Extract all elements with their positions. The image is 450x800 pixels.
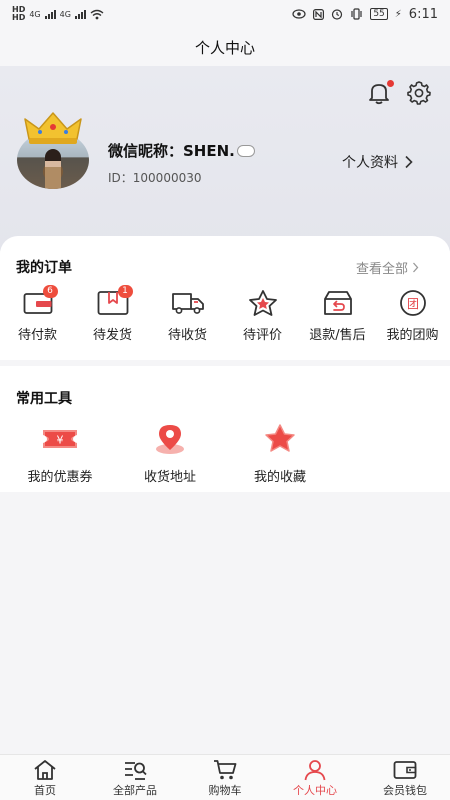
star-icon [248, 290, 277, 316]
nickname-emoji-icon [236, 144, 255, 157]
hd-icon: HD HD [12, 5, 26, 22]
nfc-icon [313, 8, 325, 20]
vibrate-icon [351, 8, 362, 20]
pending-payment-badge: 6 [42, 285, 58, 298]
tool-addresses-label: 收货地址 [143, 470, 196, 485]
avatar[interactable] [15, 111, 91, 193]
cart-icon [214, 760, 237, 780]
page-title: 个人中心 [194, 38, 255, 57]
wallet-icon [393, 761, 417, 779]
nav-cart[interactable]: 购物车 [180, 755, 270, 800]
search-list-icon [125, 762, 147, 780]
network-indicators: HD HD 4G 4G [12, 6, 104, 22]
profile-details-link[interactable]: 个人资料 [342, 152, 413, 172]
order-pending-shipment-label: 待发货 [92, 328, 132, 343]
tool-coupons-label: 我的优惠券 [27, 470, 93, 485]
charging-icon: ⚡ [394, 8, 402, 20]
order-pending-receipt[interactable]: 待收货 [150, 288, 225, 343]
order-pending-receipt-label: 待收货 [167, 328, 207, 343]
tool-addresses[interactable]: 收货地址 [120, 422, 220, 485]
status-right: 55 ⚡ 6:11 [292, 7, 438, 22]
order-status-list: 6 待付款 1 待发货 待收货 待评价 退款/售后 团 我的团购 [0, 285, 450, 343]
profile-details-label: 个人资料 [342, 155, 398, 171]
coupon-icon: ¥ [43, 430, 77, 448]
crown-icon [24, 112, 82, 144]
order-pending-review-label: 待评价 [242, 328, 282, 343]
tools-section: 常用工具 ¥ 我的优惠券 收货地址 我的收藏 [0, 366, 450, 492]
bottom-nav: 首页 全部产品 购物车 个人中心 会员钱包 [0, 754, 450, 800]
svg-text:¥: ¥ [57, 434, 64, 447]
status-time: 6:11 [408, 6, 438, 22]
order-group-buy[interactable]: 团 我的团购 [375, 288, 450, 343]
network-type-2: 4G [59, 9, 71, 19]
nav-member-wallet-label: 会员钱包 [383, 784, 427, 797]
tool-coupons[interactable]: ¥ 我的优惠券 [10, 422, 110, 485]
order-pending-shipment[interactable]: 1 待发货 [75, 285, 150, 343]
eye-icon [292, 9, 306, 19]
home-icon [34, 760, 56, 780]
settings-gear-icon[interactable] [406, 79, 432, 105]
order-refund-aftersale[interactable]: 退款/售后 [300, 288, 375, 343]
notification-dot [387, 80, 394, 87]
page-title-bar: 个人中心 [0, 28, 450, 66]
nav-home-label: 首页 [34, 784, 56, 797]
return-box-icon [323, 291, 352, 315]
nav-cart-label: 购物车 [208, 784, 242, 797]
group-icon: 团 [399, 290, 426, 316]
status-bar: HD HD 4G 4G 55 ⚡ 6:11 [0, 0, 450, 28]
signal-icon [44, 9, 56, 19]
orders-title: 我的订单 [16, 260, 72, 276]
view-all-orders-link[interactable]: 查看全部 [356, 258, 419, 277]
order-refund-aftersale-label: 退款/售后 [309, 328, 366, 343]
order-pending-payment-label: 待付款 [17, 328, 57, 343]
nickname-text: 微信昵称：SHEN. [108, 142, 235, 160]
signal-icon [74, 9, 86, 19]
order-group-buy-label: 我的团购 [386, 328, 439, 343]
nav-profile[interactable]: 个人中心 [270, 755, 360, 800]
chevron-right-icon [405, 155, 413, 169]
nickname: 微信昵称：SHEN. [108, 140, 255, 161]
orders-section: 我的订单 查看全部 6 待付款 1 待发货 待收货 待评价 退款/售后 团 我的… [0, 236, 450, 360]
truck-icon [171, 293, 204, 314]
order-pending-review[interactable]: 待评价 [225, 288, 300, 343]
nav-all-products-label: 全部产品 [113, 784, 157, 797]
nav-all-products[interactable]: 全部产品 [90, 755, 180, 800]
network-type-1: 4G [29, 9, 41, 19]
battery-icon: 55 [370, 8, 388, 20]
nav-profile-label: 个人中心 [293, 784, 337, 797]
tool-favorites-label: 我的收藏 [253, 470, 306, 485]
pending-shipment-badge: 1 [117, 285, 133, 298]
view-all-label: 查看全部 [356, 262, 409, 277]
wifi-icon [90, 9, 104, 19]
profile-header: 微信昵称：SHEN. ID：100000030 个人资料 [0, 66, 450, 251]
nav-member-wallet[interactable]: 会员钱包 [360, 755, 450, 800]
user-id: ID：100000030 [108, 171, 202, 185]
chevron-right-icon [413, 262, 419, 273]
person-icon [304, 760, 326, 781]
favorite-star-icon [265, 424, 295, 452]
alarm-icon [332, 9, 343, 20]
tool-favorites[interactable]: 我的收藏 [230, 422, 330, 485]
svg-text:团: 团 [406, 297, 418, 311]
nav-home[interactable]: 首页 [0, 755, 90, 800]
tools-title: 常用工具 [16, 391, 72, 407]
location-icon [156, 425, 184, 454]
order-pending-payment[interactable]: 6 待付款 [0, 285, 75, 343]
